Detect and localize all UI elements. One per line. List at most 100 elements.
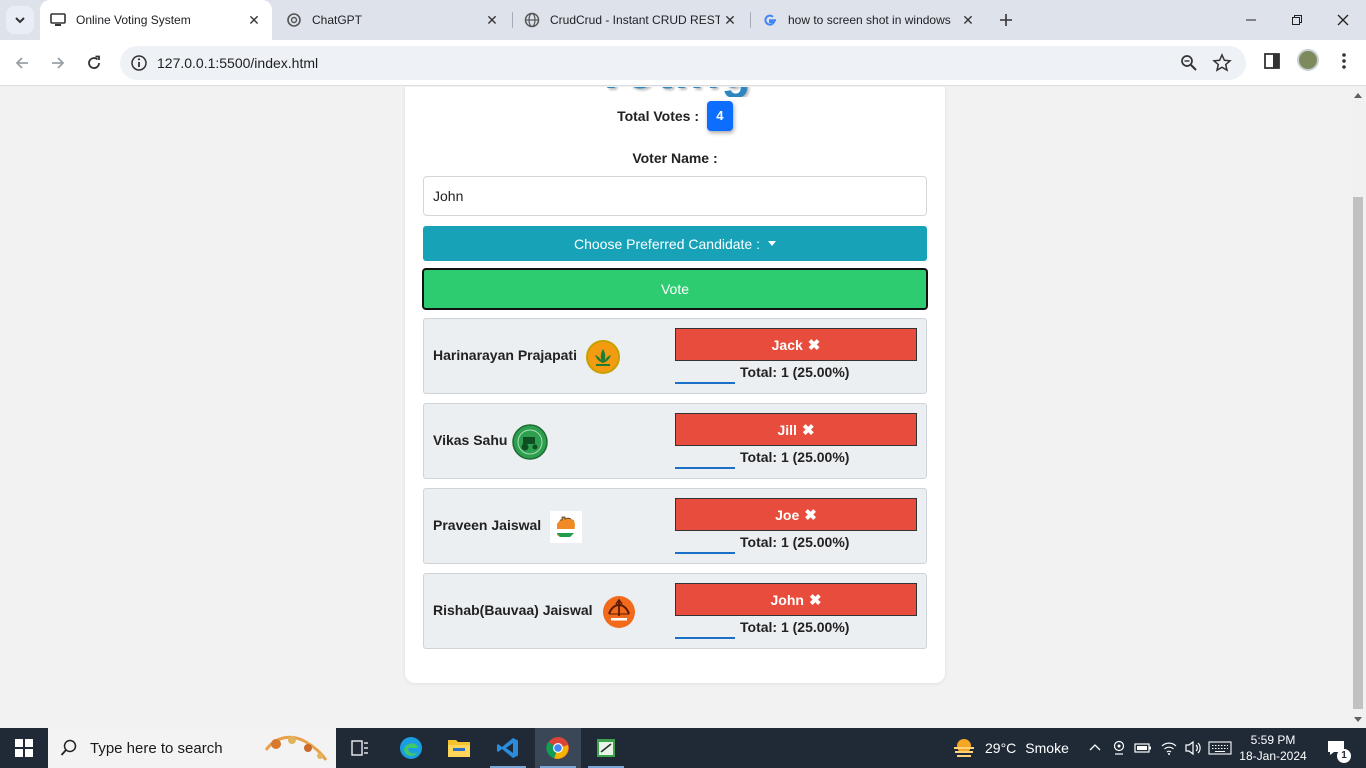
tab-online-voting[interactable]: Online Voting System ✕ <box>40 0 272 40</box>
search-placeholder: Type here to search <box>90 739 223 757</box>
weather-desc: Smoke <box>1025 740 1069 756</box>
tab-separator <box>750 12 751 28</box>
tractor-symbol-icon <box>512 424 548 460</box>
back-button[interactable] <box>8 49 36 77</box>
notepad-app[interactable] <box>586 728 626 768</box>
lotus-symbol-icon <box>586 340 620 374</box>
vote-button[interactable]: Vote <box>422 268 928 310</box>
webcam-icon[interactable] <box>1112 740 1126 756</box>
edge-app[interactable] <box>391 728 431 768</box>
notification-center[interactable]: 1 <box>1316 728 1356 768</box>
profile-avatar[interactable] <box>1297 49 1319 71</box>
vote-button-label: Vote <box>660 281 690 297</box>
kebab-menu-icon[interactable] <box>1334 51 1354 71</box>
chrome-app[interactable] <box>535 728 581 768</box>
candidate-name: Praveen Jaiswal <box>433 517 542 533</box>
page-viewport: Voting Total Votes : 4 Voter Name : Choo… <box>0 87 1350 728</box>
candidate-card-praveen: Praveen Jaiswal Joe ✖ Total: 1 (25.00%) <box>423 488 927 564</box>
weather-temp: 29°C <box>985 740 1017 756</box>
total-votes-badge: 4 <box>706 101 733 131</box>
wifi-icon[interactable] <box>1160 740 1178 756</box>
scroll-up-icon[interactable] <box>1354 93 1362 98</box>
vote-share-bar <box>675 637 735 639</box>
minimize-button[interactable] <box>1228 0 1274 40</box>
vote-share-bar <box>675 552 735 554</box>
task-view-button[interactable] <box>340 728 380 768</box>
zoom-icon[interactable] <box>1180 54 1198 72</box>
system-clock[interactable]: 5:59 PM 18-Jan-2024 <box>1236 732 1310 764</box>
scroll-thumb[interactable] <box>1353 197 1363 709</box>
file-explorer-app[interactable] <box>439 728 479 768</box>
forward-button[interactable] <box>44 49 72 77</box>
tab-chatgpt[interactable]: ChatGPT ✕ <box>276 0 510 40</box>
page-heading: Voting <box>595 87 765 97</box>
voter-tag-name: Jack <box>771 336 803 353</box>
new-tab-button[interactable] <box>994 8 1018 32</box>
vote-share-bar <box>675 467 735 469</box>
address-bar[interactable]: 127.0.0.1:5500/index.html <box>120 46 1246 80</box>
page-heading-text: Voting <box>595 87 753 97</box>
taskbar-search[interactable]: Type here to search <box>48 728 336 768</box>
notepad-icon <box>597 739 615 757</box>
arrow-left-icon <box>15 57 28 69</box>
restore-icon <box>1292 15 1302 25</box>
battery-icon[interactable] <box>1134 741 1152 755</box>
reload-button[interactable] <box>80 49 108 77</box>
monitor-icon <box>50 12 66 28</box>
search-highlight-icon <box>264 735 328 761</box>
search-icon <box>60 739 77 756</box>
close-window-button[interactable] <box>1320 0 1366 40</box>
keyboard-icon[interactable] <box>1208 741 1232 755</box>
tab-title: CrudCrud - Instant CRUD REST <box>550 13 720 27</box>
close-tab-icon[interactable]: ✕ <box>720 10 740 30</box>
voter-tag-button[interactable]: Jack ✖ <box>675 328 917 361</box>
google-icon <box>762 12 778 28</box>
haze-sun-icon <box>954 739 974 757</box>
candidate-card-vikas: Vikas Sahu Jill ✖ Total: 1 (25.00%) <box>423 403 927 479</box>
weather-widget[interactable]: 29°C Smoke <box>952 728 1069 768</box>
speaker-icon[interactable] <box>1184 740 1202 756</box>
voter-tag-button[interactable]: Joe ✖ <box>675 498 917 531</box>
scroll-down-icon[interactable] <box>1354 717 1362 722</box>
remove-icon: ✖ <box>807 336 821 354</box>
chevron-up-icon[interactable] <box>1089 742 1101 752</box>
page-scrollbar[interactable] <box>1350 87 1366 728</box>
voting-card: Voting Total Votes : 4 Voter Name : Choo… <box>405 87 945 683</box>
start-button[interactable] <box>0 728 48 768</box>
clock-date: 18-Jan-2024 <box>1239 749 1307 763</box>
reload-icon <box>88 55 100 69</box>
choose-candidate-dropdown[interactable]: Choose Preferred Candidate : <box>423 226 927 261</box>
tab-search-button[interactable] <box>6 6 34 34</box>
choose-candidate-label: Choose Preferred Candidate : <box>574 235 760 252</box>
close-tab-icon[interactable]: ✕ <box>958 10 978 30</box>
windows-logo-icon <box>15 739 33 757</box>
voter-tag-button[interactable]: Jill ✖ <box>675 413 917 446</box>
close-tab-icon[interactable]: ✕ <box>244 10 264 30</box>
candidate-card-harinarayan: Harinarayan Prajapati Jack ✖ Total: 1 (2… <box>423 318 927 394</box>
vscode-app[interactable] <box>488 728 528 768</box>
tab-crudcrud[interactable]: CrudCrud - Instant CRUD REST ✕ <box>514 0 748 40</box>
side-panel-icon[interactable] <box>1262 51 1282 71</box>
browser-toolbar: 127.0.0.1:5500/index.html <box>0 40 1366 86</box>
bow-arrow-symbol-icon <box>603 596 635 628</box>
vscode-icon <box>497 738 518 758</box>
site-info-icon[interactable] <box>130 54 148 72</box>
tab-title: ChatGPT <box>312 13 363 27</box>
url-text: 127.0.0.1:5500/index.html <box>157 55 319 71</box>
candidate-total: Total: 1 (25.00%) <box>740 619 850 635</box>
voter-name-input[interactable] <box>423 176 927 216</box>
voter-tag-button[interactable]: John ✖ <box>675 583 917 616</box>
total-votes-label: Total Votes : <box>617 108 700 124</box>
restore-button[interactable] <box>1274 0 1320 40</box>
candidate-total: Total: 1 (25.00%) <box>740 364 850 380</box>
voter-name-label: Voter Name : <box>632 150 718 166</box>
minimize-icon <box>1246 19 1256 21</box>
chatgpt-icon <box>286 12 302 28</box>
tab-google-search[interactable]: how to screen shot in windows ✕ <box>752 0 986 40</box>
close-tab-icon[interactable]: ✕ <box>482 10 502 30</box>
remove-icon: ✖ <box>804 506 817 524</box>
bookmark-star-icon[interactable] <box>1212 53 1232 73</box>
hand-symbol-icon <box>550 511 582 543</box>
chrome-icon <box>546 737 569 759</box>
total-votes-row: Total Votes : 4 <box>405 101 945 131</box>
